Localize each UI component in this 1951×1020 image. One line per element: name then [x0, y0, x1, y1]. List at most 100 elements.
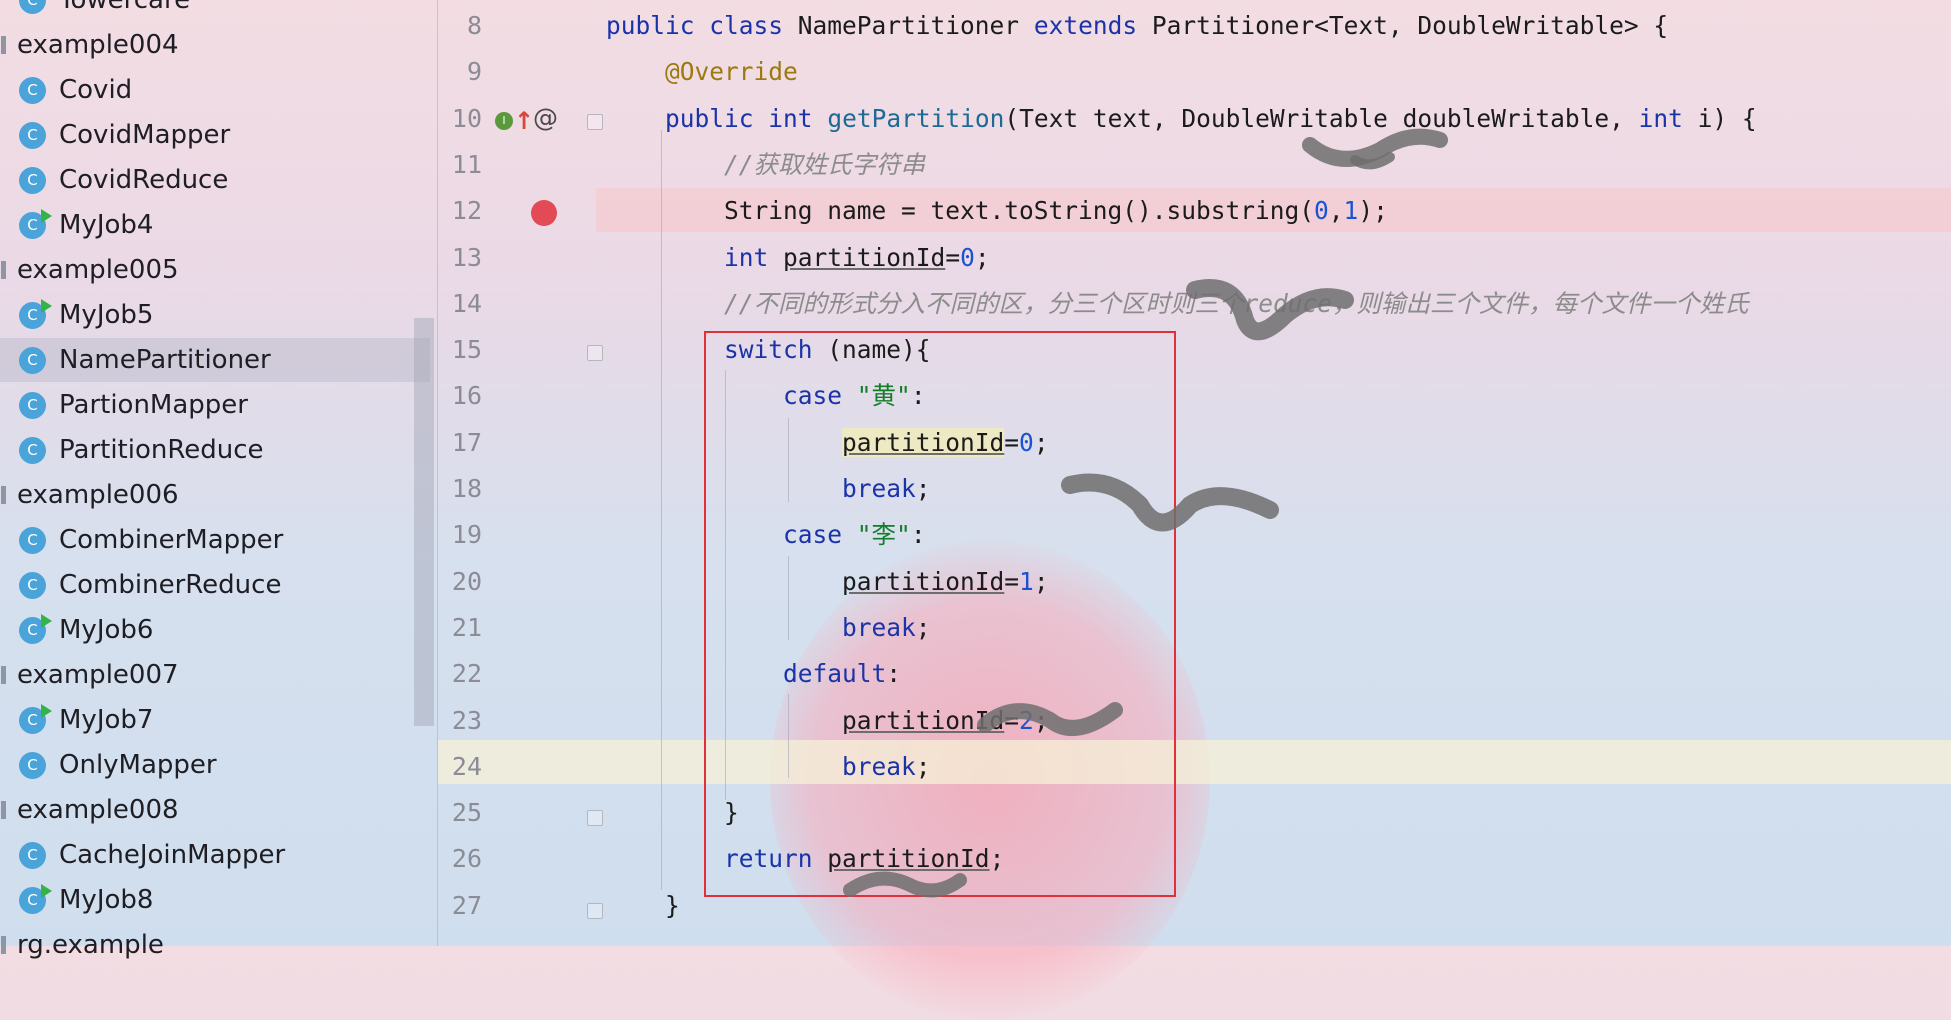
- override-up-arrow-icon[interactable]: ↑: [514, 107, 534, 135]
- tree-package-item[interactable]: example007: [0, 653, 430, 697]
- tree-class-item[interactable]: C CacheJoinMapper: [0, 833, 430, 877]
- run-badge-icon: [41, 703, 52, 718]
- tree-class-item[interactable]: C Towercare: [0, 0, 430, 22]
- code-token: public: [606, 11, 695, 40]
- tree-class-item[interactable]: C Covid: [0, 68, 430, 112]
- bird-scribble-icon: [977, 702, 1123, 736]
- tree-item-label: MyJob5: [59, 300, 154, 330]
- tree-class-item[interactable]: C MyJob6: [0, 608, 430, 652]
- code-line[interactable]: public class NamePartitioner extends Par…: [606, 4, 1668, 48]
- class-icon: C: [19, 208, 52, 239]
- project-tree-scrollbar[interactable]: [414, 318, 434, 726]
- tree-class-item[interactable]: C MyJob5: [0, 293, 430, 337]
- tree-class-item[interactable]: C OnlyMapper: [0, 743, 430, 787]
- breakpoint-icon[interactable]: [531, 200, 557, 226]
- tree-class-item[interactable]: C CombinerMapper: [0, 518, 430, 562]
- tree-item-label: MyJob6: [59, 615, 154, 645]
- class-icon: C: [19, 883, 52, 914]
- code-token: @Override: [665, 57, 798, 87]
- code-token: extends: [1033, 11, 1138, 40]
- code-line[interactable]: //获取姓氏字符串: [606, 143, 925, 187]
- code-token: =: [945, 242, 961, 272]
- implements-icon[interactable]: I: [495, 112, 513, 130]
- fold-marker[interactable]: [587, 903, 603, 919]
- line-number: 18: [451, 474, 482, 503]
- code-token: int: [1638, 103, 1683, 133]
- bird-scribble-icon: [1186, 279, 1354, 341]
- tree-class-item[interactable]: C MyJob8: [0, 878, 430, 922]
- package-icon: [1, 261, 6, 279]
- line-number: 25: [451, 798, 482, 828]
- class-icon: C: [19, 571, 46, 599]
- tree-item-label: CovidMapper: [59, 120, 231, 150]
- package-icon: [1, 486, 6, 504]
- line-number: 24: [451, 751, 482, 781]
- code-token: getPartition: [827, 103, 1005, 133]
- implements-gutter[interactable]: I ↑: [495, 107, 534, 135]
- class-icon: C: [19, 751, 46, 779]
- line-number: 10: [451, 103, 482, 133]
- fold-marker[interactable]: [587, 810, 603, 826]
- line-number: 19: [451, 520, 482, 550]
- tree-item-label: PartionMapper: [59, 390, 248, 420]
- code-line[interactable]: @Override: [606, 50, 798, 94]
- tree-class-item[interactable]: C PartionMapper: [0, 383, 430, 427]
- tree-item-label: CombinerMapper: [59, 525, 284, 555]
- tree-class-item[interactable]: C NamePartitioner: [0, 338, 430, 382]
- fold-marker[interactable]: [587, 345, 603, 361]
- line-number: 15: [451, 335, 482, 365]
- tree-class-item[interactable]: C MyJob7: [0, 698, 430, 742]
- code-line[interactable]: //不同的形式分入不同的区，分三个区时则三个reduce，则输出三个文件，每个文…: [606, 282, 1749, 326]
- code-token: Partitioner<Text, DoubleWritable> {: [1137, 11, 1669, 40]
- tree-class-item[interactable]: C CombinerReduce: [0, 563, 430, 607]
- run-badge-icon: [41, 613, 52, 628]
- tree-class-item[interactable]: C PartitionReduce: [0, 428, 430, 472]
- code-token: ,: [1328, 196, 1344, 226]
- bird-scribble-icon: [843, 871, 967, 898]
- code-line[interactable]: }: [606, 884, 680, 928]
- line-number: 22: [451, 659, 482, 689]
- code-line[interactable]: int partitionId=0;: [606, 236, 990, 280]
- code-line[interactable]: public int getPartition(Text text, Doubl…: [606, 97, 1757, 141]
- code-token: 0: [960, 242, 975, 272]
- line-number: 14: [451, 288, 482, 318]
- project-tree: CTowercareexample004CCovidCCovidMapperCC…: [0, 0, 438, 960]
- package-icon: [1, 666, 6, 684]
- line-number: 20: [451, 566, 482, 596]
- tree-class-item[interactable]: C MyJob4: [0, 203, 430, 247]
- package-icon: [1, 936, 6, 954]
- class-icon: C: [19, 841, 46, 869]
- fold-marker[interactable]: [587, 114, 603, 130]
- line-number: 17: [451, 427, 482, 457]
- code-token: public: [665, 103, 754, 133]
- code-token: );: [1358, 196, 1388, 226]
- class-icon: C: [19, 391, 46, 419]
- tree-package-item[interactable]: example005: [0, 248, 430, 292]
- line-number: 11: [451, 149, 482, 179]
- tree-item-label: MyJob8: [59, 885, 154, 915]
- run-badge-icon: [41, 298, 52, 313]
- class-icon: C: [19, 613, 52, 644]
- tree-class-item[interactable]: C CovidReduce: [0, 158, 430, 202]
- code-token: }: [606, 890, 680, 920]
- code-token: int: [768, 103, 813, 133]
- tree-item-label: CovidReduce: [59, 165, 229, 195]
- class-icon: C: [19, 166, 46, 194]
- at-annotation-icon[interactable]: @: [533, 103, 558, 132]
- class-icon: C: [19, 436, 46, 464]
- code-token: i) {: [1682, 103, 1757, 133]
- tree-package-item[interactable]: rg.example: [0, 923, 430, 967]
- code-line[interactable]: String name = text.toString().substring(…: [606, 189, 1388, 233]
- tree-item-label: MyJob7: [59, 705, 154, 735]
- tree-package-item[interactable]: example008: [0, 788, 430, 832]
- code-token: class: [709, 11, 784, 40]
- tree-class-item[interactable]: C CovidMapper: [0, 113, 430, 157]
- tree-package-item[interactable]: example004: [0, 23, 430, 67]
- tree-item-label: Covid: [59, 75, 133, 105]
- tree-package-item[interactable]: example006: [0, 473, 430, 517]
- bird-scribble-icon: [1061, 473, 1279, 532]
